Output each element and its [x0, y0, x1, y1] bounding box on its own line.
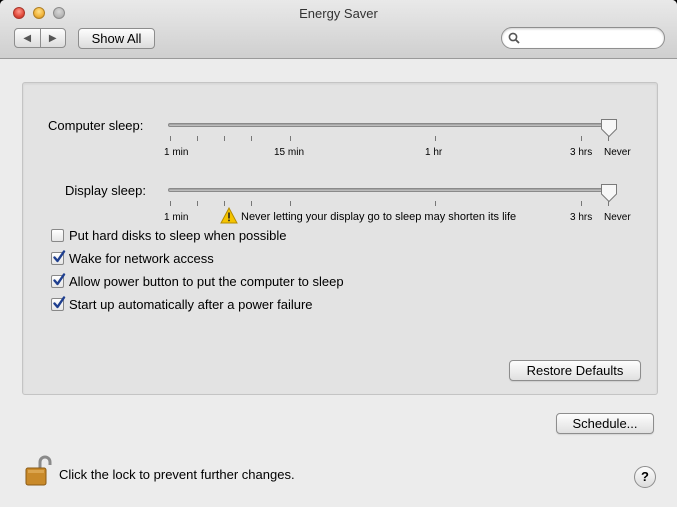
wake-network-checkbox[interactable]: [51, 250, 66, 265]
show-all-button[interactable]: Show All: [78, 28, 155, 49]
computer-sleep-tick: [581, 136, 582, 141]
warning-icon: [220, 207, 238, 224]
computer-sleep-label: Computer sleep:: [48, 118, 144, 133]
energy-saver-window: Energy Saver ◀ ▶ Show All Computer sleep…: [0, 0, 677, 507]
computer-sleep-slider-thumb[interactable]: [600, 118, 618, 138]
display-sleep-tick-label: 3 hrs: [570, 212, 593, 223]
computer-sleep-tick: [224, 136, 225, 141]
display-sleep-slider-track[interactable]: [168, 188, 613, 192]
hard-disk-sleep-label: Put hard disks to sleep when possible: [69, 228, 287, 243]
power-button-sleep-label: Allow power button to put the computer t…: [69, 274, 344, 289]
computer-sleep-tick-label: Never: [604, 147, 631, 158]
computer-sleep-tick: [197, 136, 198, 141]
computer-sleep-tick: [251, 136, 252, 141]
search-field[interactable]: [501, 27, 665, 49]
auto-startup-checkbox[interactable]: [51, 296, 66, 311]
computer-sleep-slider-track[interactable]: [168, 123, 613, 127]
display-sleep-slider-thumb[interactable]: [600, 183, 618, 203]
forward-button[interactable]: ▶: [41, 29, 66, 47]
computer-sleep-tick-label: 1 hr: [425, 147, 443, 158]
wake-network-label: Wake for network access: [69, 251, 214, 266]
display-sleep-tick-label: 1 min: [164, 212, 189, 223]
titlebar: Energy Saver ◀ ▶ Show All: [0, 0, 677, 59]
display-sleep-tick: [290, 201, 291, 206]
lock-icon[interactable]: [24, 455, 54, 487]
display-sleep-tick: [581, 201, 582, 206]
display-sleep-tick: [251, 201, 252, 206]
display-sleep-tick-label: Never: [604, 212, 631, 223]
display-sleep-tick: [197, 201, 198, 206]
back-forward-control: ◀ ▶: [14, 28, 66, 48]
hard-disk-sleep-checkbox[interactable]: [51, 229, 64, 242]
checkmark-icon: [53, 250, 66, 263]
computer-sleep-tick: [290, 136, 291, 141]
display-sleep-label: Display sleep:: [65, 183, 146, 198]
computer-sleep-tick-label: 15 min: [274, 147, 305, 158]
search-input[interactable]: [524, 30, 660, 48]
restore-defaults-button[interactable]: Restore Defaults: [509, 360, 641, 381]
back-button[interactable]: ◀: [15, 29, 41, 47]
lock-instructions: Click the lock to prevent further change…: [59, 467, 295, 482]
computer-sleep-tick: [170, 136, 171, 141]
display-sleep-tick: [435, 201, 436, 206]
auto-startup-label: Start up automatically after a power fai…: [69, 297, 313, 312]
checkmark-icon: [53, 296, 66, 309]
checkmark-icon: [53, 273, 66, 286]
window-title: Energy Saver: [299, 6, 378, 21]
help-button[interactable]: ?: [634, 466, 656, 488]
schedule-button[interactable]: Schedule...: [556, 413, 654, 434]
computer-sleep-tick: [435, 136, 436, 141]
display-sleep-tick: [224, 201, 225, 206]
display-sleep-tick: [170, 201, 171, 206]
computer-sleep-tick-label: 3 hrs: [570, 147, 593, 158]
power-button-sleep-checkbox[interactable]: [51, 273, 66, 288]
computer-sleep-tick-label: 1 min: [164, 147, 189, 158]
search-icon: [508, 32, 520, 44]
display-sleep-warning: Never letting your display go to sleep m…: [241, 211, 517, 223]
